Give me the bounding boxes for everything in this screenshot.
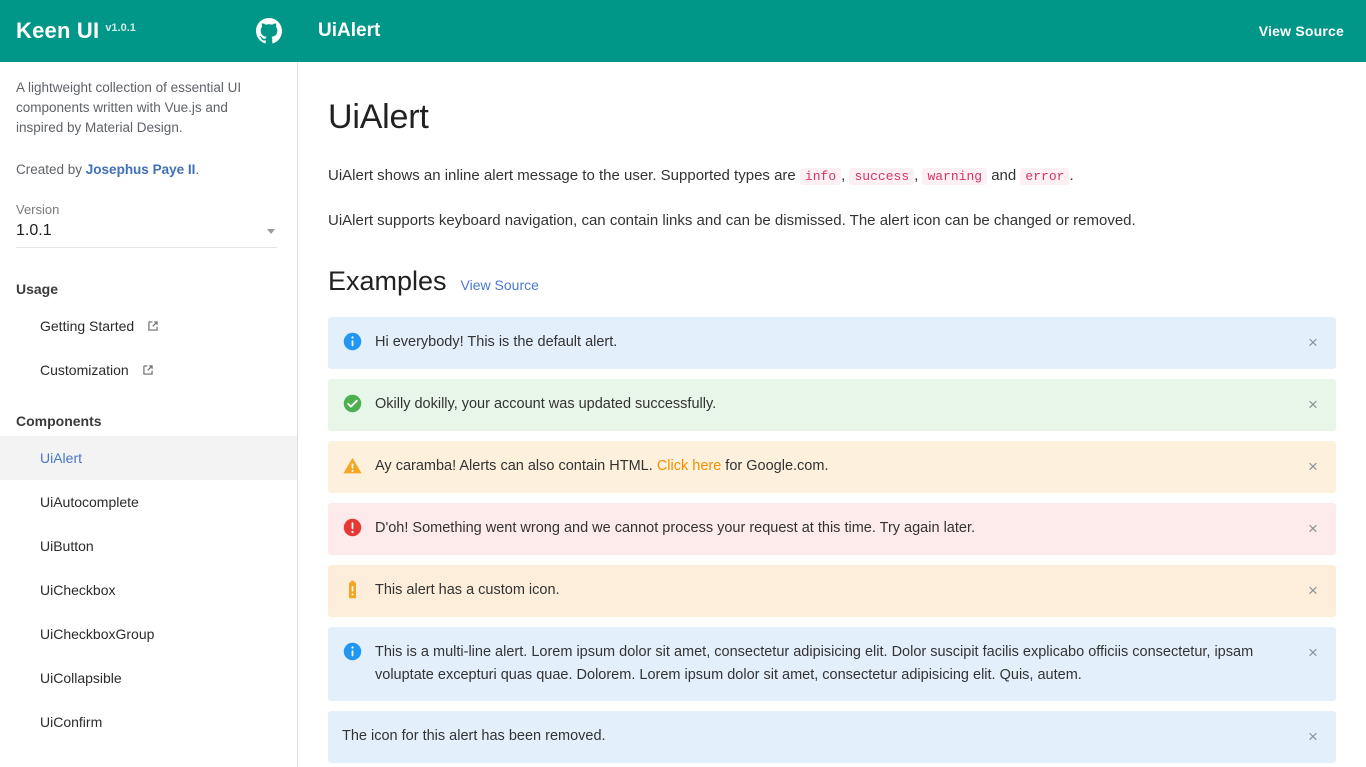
alert-close-button[interactable]: × xyxy=(1302,331,1324,353)
alert-close-button[interactable]: × xyxy=(1302,641,1324,663)
sidebar-group-components: Components UiAlert UiAutocomplete UiButt… xyxy=(0,406,297,744)
intro-paragraph-1: UiAlert shows an inline alert message to… xyxy=(328,165,1336,188)
sidebar-item-label: UiCheckbox xyxy=(40,582,116,598)
sidebar-section-usage-title: Usage xyxy=(16,281,59,297)
sidebar-item-uiconfirm[interactable]: UiConfirm xyxy=(0,700,297,744)
version-label: Version xyxy=(16,202,60,217)
sidebar-item-uibutton[interactable]: UiButton xyxy=(0,524,297,568)
alert-custom-icon: This alert has a custom icon. × xyxy=(328,565,1336,617)
sidebar-item-label: UiCollapsible xyxy=(40,670,122,686)
header-page-title: UiAlert xyxy=(318,20,381,41)
sidebar-item-uialert[interactable]: UiAlert xyxy=(0,436,297,480)
external-link-icon xyxy=(146,319,160,333)
intro-text-end: . xyxy=(1069,167,1074,184)
battery-alert-icon xyxy=(342,579,363,600)
alert-text-after-link: for Google.com. xyxy=(721,458,829,474)
sidebar-item-uicollapsible[interactable]: UiCollapsible xyxy=(0,656,297,700)
info-circle-icon xyxy=(342,641,363,662)
alert-info-default: Hi everybody! This is the default alert.… xyxy=(328,317,1336,369)
sidebar: A lightweight collection of essential UI… xyxy=(0,62,298,767)
header-view-source-link[interactable]: View Source xyxy=(1259,23,1344,39)
external-link-icon xyxy=(141,363,155,377)
error-circle-icon xyxy=(342,517,363,538)
examples-view-source-link[interactable]: View Source xyxy=(461,277,539,293)
warning-triangle-icon xyxy=(342,455,363,476)
code-warning: warning xyxy=(922,168,988,185)
sidebar-item-uicheckbox[interactable]: UiCheckbox xyxy=(0,568,297,612)
intro-sep-3: and xyxy=(987,167,1021,184)
alert-text: This is a multi-line alert. Lorem ipsum … xyxy=(375,644,1254,683)
sidebar-item-uiautocomplete[interactable]: UiAutocomplete xyxy=(0,480,297,524)
sidebar-description: A lightweight collection of essential UI… xyxy=(16,80,242,135)
brand-title: Keen UI xyxy=(16,18,100,43)
alert-close-button[interactable]: × xyxy=(1302,725,1324,747)
version-block: Version 1.0.1 xyxy=(0,180,297,248)
main-content: UiAlert UiAlert shows an inline alert me… xyxy=(299,62,1366,767)
alert-close-button[interactable]: × xyxy=(1302,455,1324,477)
alert-close-button[interactable]: × xyxy=(1302,579,1324,601)
credit-author-link[interactable]: Josephus Paye II xyxy=(86,162,196,177)
alert-text: Ay caramba! Alerts can also contain HTML… xyxy=(375,455,1302,477)
info-circle-icon xyxy=(342,331,363,352)
alert-warning: Ay caramba! Alerts can also contain HTML… xyxy=(328,441,1336,493)
alert-inline-link[interactable]: Click here xyxy=(657,458,721,474)
sidebar-item-label: UiCheckboxGroup xyxy=(40,626,155,642)
sidebar-item-label: Customization xyxy=(40,362,129,378)
intro-text-part-1: UiAlert shows an inline alert message to… xyxy=(328,167,800,184)
alert-success: Okilly dokilly, your account was updated… xyxy=(328,379,1336,431)
alert-close-button[interactable]: × xyxy=(1302,393,1324,415)
examples-header: Examples View Source xyxy=(328,266,1336,297)
sidebar-item-label: UiAlert xyxy=(40,450,83,466)
credit-suffix: . xyxy=(195,162,200,177)
alert-error: D'oh! Something went wrong and we cannot… xyxy=(328,503,1336,555)
alert-text: This alert has a custom icon. xyxy=(375,582,560,598)
code-success: success xyxy=(849,168,915,185)
alert-multiline: This is a multi-line alert. Lorem ipsum … xyxy=(328,627,1336,701)
sidebar-item-label: UiButton xyxy=(40,538,94,554)
sidebar-item-customization[interactable]: Customization xyxy=(0,348,297,392)
sidebar-intro: A lightweight collection of essential UI… xyxy=(0,62,297,180)
alert-text: The icon for this alert has been removed… xyxy=(342,728,606,744)
code-error: error xyxy=(1020,168,1070,185)
alert-text-before-link: Ay caramba! Alerts can also contain HTML… xyxy=(375,458,657,474)
github-icon xyxy=(256,18,282,44)
brand-version: v1.0.1 xyxy=(105,22,136,34)
page-title: UiAlert xyxy=(328,98,429,136)
sidebar-item-uicheckboxgroup[interactable]: UiCheckboxGroup xyxy=(0,612,297,656)
version-select[interactable]: 1.0.1 xyxy=(16,222,277,248)
sidebar-item-label: Getting Started xyxy=(40,318,135,334)
sidebar-item-getting-started[interactable]: Getting Started xyxy=(0,304,297,348)
check-circle-icon xyxy=(342,393,363,414)
sidebar-group-usage: Usage Getting Started Customization xyxy=(0,274,297,392)
version-value: 1.0.1 xyxy=(16,222,52,239)
sidebar-section-components-title: Components xyxy=(16,413,102,429)
github-link[interactable] xyxy=(252,14,286,48)
credit-prefix: Created by xyxy=(16,162,86,177)
sidebar-item-label: UiConfirm xyxy=(40,714,103,730)
alert-close-button[interactable]: × xyxy=(1302,517,1324,539)
examples-title: Examples xyxy=(328,266,447,296)
brand[interactable]: Keen UI v1.0.1 xyxy=(16,18,248,44)
alert-text: D'oh! Something went wrong and we cannot… xyxy=(375,520,976,536)
intro-paragraph-2: UiAlert supports keyboard navigation, ca… xyxy=(328,212,1136,229)
alert-no-icon: The icon for this alert has been removed… xyxy=(328,711,1336,763)
alert-text: Okilly dokilly, your account was updated… xyxy=(375,396,717,412)
alert-text: Hi everybody! This is the default alert. xyxy=(375,334,618,350)
app-header: Keen UI v1.0.1 UiAlert View Source xyxy=(0,0,1366,62)
chevron-down-icon xyxy=(267,228,275,234)
sidebar-item-label: UiAutocomplete xyxy=(40,494,139,510)
code-info: info xyxy=(799,168,842,185)
sidebar-credit: Created by Josephus Paye II. xyxy=(16,160,277,180)
